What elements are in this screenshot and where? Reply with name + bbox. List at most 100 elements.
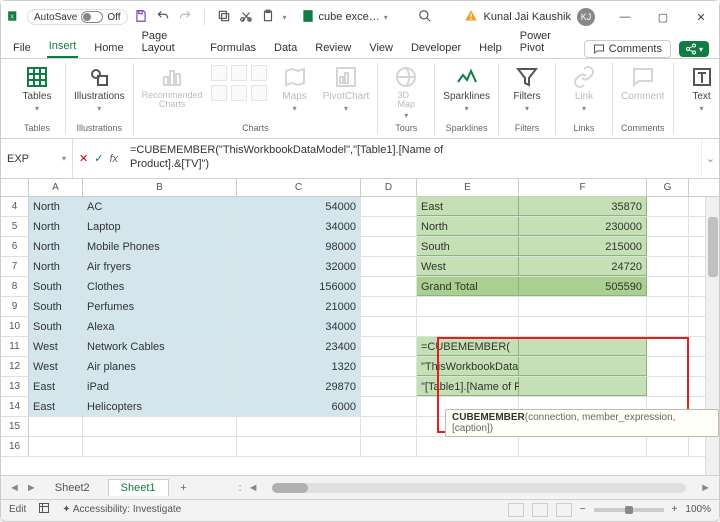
zoom-slider[interactable] bbox=[594, 508, 664, 512]
cell[interactable]: East bbox=[29, 397, 83, 416]
sparklines-button[interactable]: Sparklines▾ bbox=[443, 65, 490, 113]
row-header[interactable]: 13 bbox=[1, 377, 29, 396]
next-sheet-icon[interactable]: ► bbox=[26, 482, 37, 494]
row-header[interactable]: 16 bbox=[1, 437, 29, 456]
cell[interactable]: 34000 bbox=[237, 217, 361, 236]
cell[interactable]: North bbox=[29, 217, 83, 236]
minimize-button[interactable]: — bbox=[613, 11, 637, 24]
cell[interactable] bbox=[647, 237, 689, 256]
cell[interactable] bbox=[647, 377, 689, 396]
page-layout-view-icon[interactable] bbox=[532, 503, 548, 517]
cell[interactable] bbox=[361, 237, 417, 256]
spreadsheet-grid[interactable]: A B C D E F G 4NorthAC54000East358705Nor… bbox=[1, 179, 719, 475]
cell[interactable] bbox=[361, 397, 417, 416]
undo-icon[interactable] bbox=[156, 9, 170, 26]
cell[interactable] bbox=[29, 437, 83, 456]
row-header[interactable]: 10 bbox=[1, 317, 29, 336]
cell[interactable] bbox=[519, 297, 647, 316]
cell[interactable]: East bbox=[417, 197, 519, 216]
3d-map-button[interactable]: 3DMap▾ bbox=[386, 65, 426, 120]
cell[interactable]: South bbox=[29, 317, 83, 336]
zoom-in-icon[interactable]: + bbox=[672, 504, 678, 515]
user-account[interactable]: Kunal Jai Kaushik KJ bbox=[464, 8, 595, 26]
tab-file[interactable]: File bbox=[11, 38, 33, 58]
zoom-level[interactable]: 100% bbox=[685, 504, 711, 515]
tab-review[interactable]: Review bbox=[313, 38, 353, 58]
tab-insert[interactable]: Insert bbox=[47, 36, 79, 58]
row-header[interactable]: 15 bbox=[1, 417, 29, 436]
row-header[interactable]: 9 bbox=[1, 297, 29, 316]
recommended-charts-button[interactable]: RecommendedCharts bbox=[142, 65, 203, 109]
cell[interactable]: 29870 bbox=[237, 377, 361, 396]
column-header[interactable]: C bbox=[237, 179, 361, 196]
cell[interactable] bbox=[361, 277, 417, 296]
link-button[interactable]: Link▾ bbox=[564, 65, 604, 113]
cell[interactable]: AC bbox=[83, 197, 237, 216]
cell[interactable]: 98000 bbox=[237, 237, 361, 256]
cell[interactable] bbox=[83, 417, 237, 436]
cell[interactable]: Alexa bbox=[83, 317, 237, 336]
column-header[interactable]: A bbox=[29, 179, 83, 196]
cell[interactable] bbox=[361, 357, 417, 376]
formula-input[interactable]: =CUBEMEMBER("ThisWorkbookDataModel","[Ta… bbox=[124, 139, 701, 178]
tab-data[interactable]: Data bbox=[272, 38, 299, 58]
cell[interactable] bbox=[519, 317, 647, 336]
comments-button[interactable]: Comments bbox=[584, 40, 671, 58]
cell[interactable]: Helicopters bbox=[83, 397, 237, 416]
cell[interactable]: 230000 bbox=[519, 217, 647, 236]
accessibility-button[interactable]: ✦ Accessibility: Investigate bbox=[62, 504, 181, 515]
grid-row[interactable]: 6NorthMobile Phones98000South215000 bbox=[1, 237, 719, 257]
paste-icon[interactable] bbox=[261, 9, 275, 26]
grid-row[interactable]: 10SouthAlexa34000 bbox=[1, 317, 719, 337]
cell[interactable]: "[Table1].[Name of Product].&[TV]") bbox=[417, 377, 519, 396]
row-header[interactable]: 6 bbox=[1, 237, 29, 256]
cell[interactable]: 215000 bbox=[519, 237, 647, 256]
cell[interactable]: 35870 bbox=[519, 197, 647, 216]
cell[interactable]: 1320 bbox=[237, 357, 361, 376]
cell[interactable]: West bbox=[417, 257, 519, 276]
cell[interactable]: iPad bbox=[83, 377, 237, 396]
cell[interactable] bbox=[361, 437, 417, 456]
tables-button[interactable]: Tables▾ bbox=[17, 65, 57, 113]
cell[interactable]: 21000 bbox=[237, 297, 361, 316]
grid-row[interactable]: 5NorthLaptop34000North230000 bbox=[1, 217, 719, 237]
cell[interactable]: North bbox=[29, 237, 83, 256]
illustrations-button[interactable]: Illustrations▾ bbox=[74, 65, 125, 113]
expand-formula-bar-icon[interactable]: ⌄ bbox=[701, 139, 719, 178]
cell[interactable]: North bbox=[417, 217, 519, 236]
filters-button[interactable]: Filters▾ bbox=[507, 65, 547, 113]
column-header[interactable]: G bbox=[647, 179, 689, 196]
sheet-tab[interactable]: Sheet1 bbox=[108, 479, 169, 496]
chart-type-grid[interactable] bbox=[211, 65, 267, 101]
row-header[interactable]: 12 bbox=[1, 357, 29, 376]
cell[interactable]: Perfumes bbox=[83, 297, 237, 316]
cell[interactable] bbox=[361, 217, 417, 236]
cell[interactable] bbox=[361, 377, 417, 396]
cancel-icon[interactable]: ✕ bbox=[79, 152, 88, 165]
cell[interactable]: 23400 bbox=[237, 337, 361, 356]
cell[interactable] bbox=[237, 417, 361, 436]
cell[interactable] bbox=[361, 297, 417, 316]
enter-icon[interactable]: ✓ bbox=[94, 152, 103, 165]
cell[interactable]: Network Cables bbox=[83, 337, 237, 356]
grid-row[interactable]: 11WestNetwork Cables23400=CUBEMEMBER( bbox=[1, 337, 719, 357]
text-button[interactable]: Text▾ bbox=[682, 65, 720, 113]
copy-icon[interactable] bbox=[217, 9, 231, 26]
cell[interactable] bbox=[647, 277, 689, 296]
autosave-toggle[interactable]: AutoSave Off bbox=[27, 9, 128, 25]
cut-icon[interactable] bbox=[239, 9, 253, 26]
cell[interactable]: 6000 bbox=[237, 397, 361, 416]
share-button[interactable]: ▾ bbox=[679, 41, 709, 57]
cell[interactable]: West bbox=[29, 337, 83, 356]
row-header[interactable]: 8 bbox=[1, 277, 29, 296]
row-header[interactable]: 7 bbox=[1, 257, 29, 276]
cell[interactable] bbox=[647, 297, 689, 316]
cell[interactable]: North bbox=[29, 257, 83, 276]
tab-view[interactable]: View bbox=[367, 38, 395, 58]
page-break-view-icon[interactable] bbox=[556, 503, 572, 517]
cell[interactable] bbox=[361, 417, 417, 436]
cell[interactable] bbox=[417, 437, 519, 456]
row-header[interactable]: 11 bbox=[1, 337, 29, 356]
save-icon[interactable] bbox=[134, 9, 148, 26]
cell[interactable]: 505590 bbox=[519, 277, 647, 296]
